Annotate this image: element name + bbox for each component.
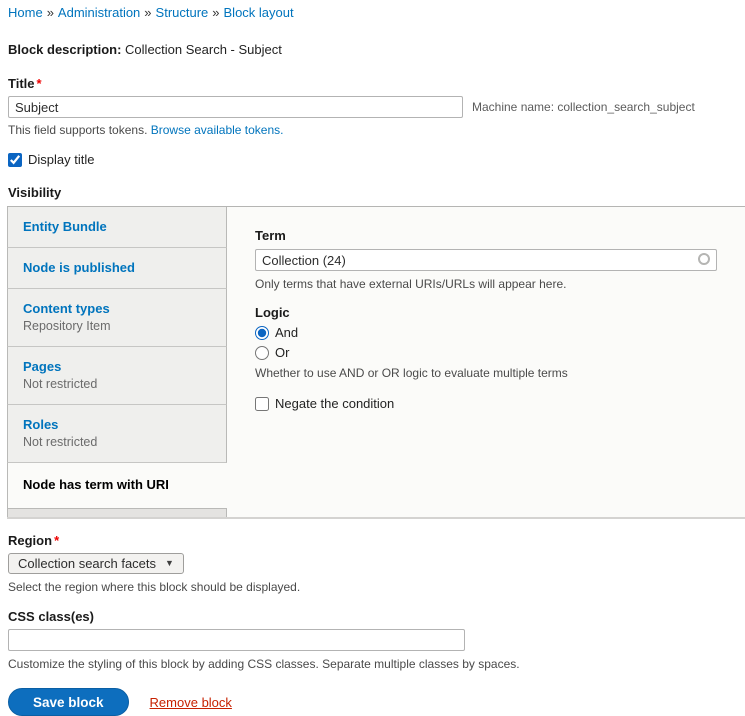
tab-summary: Repository Item bbox=[23, 319, 211, 333]
term-input[interactable] bbox=[255, 249, 717, 271]
region-select[interactable]: Collection search facets ▼ bbox=[8, 553, 184, 574]
block-description: Block description: Collection Search - S… bbox=[8, 42, 745, 57]
breadcrumb-link-administration[interactable]: Administration bbox=[58, 5, 140, 20]
breadcrumb-link-home[interactable]: Home bbox=[8, 5, 43, 20]
block-description-label: Block description: bbox=[8, 42, 121, 57]
breadcrumb-separator: » bbox=[212, 5, 219, 20]
title-label: Title* bbox=[8, 76, 745, 91]
region-select-value: Collection search facets bbox=[18, 556, 156, 571]
css-classes-label: CSS class(es) bbox=[8, 609, 745, 624]
display-title-label: Display title bbox=[28, 152, 94, 167]
visibility-tab-panel: Term Only terms that have external URIs/… bbox=[227, 207, 745, 517]
block-description-value: Collection Search - Subject bbox=[125, 42, 282, 57]
tab-node-has-term-with-uri[interactable]: Node has term with URI bbox=[7, 463, 227, 508]
logic-description: Whether to use AND or OR logic to evalua… bbox=[255, 366, 717, 380]
tab-summary: Not restricted bbox=[23, 377, 211, 391]
visibility-vertical-tabs: Entity Bundle Node is published Content … bbox=[7, 206, 745, 519]
title-row: Machine name: collection_search_subject bbox=[8, 96, 745, 118]
logic-radio-or[interactable] bbox=[255, 346, 269, 360]
css-classes-description: Customize the styling of this block by a… bbox=[8, 657, 745, 671]
term-description: Only terms that have external URIs/URLs … bbox=[255, 277, 717, 291]
region-description: Select the region where this block shoul… bbox=[8, 580, 745, 594]
tab-entity-bundle[interactable]: Entity Bundle bbox=[7, 207, 227, 248]
logic-option-and-row: And bbox=[255, 325, 717, 340]
required-marker: * bbox=[54, 533, 59, 548]
breadcrumb-link-structure[interactable]: Structure bbox=[156, 5, 209, 20]
tab-content-types[interactable]: Content types Repository Item bbox=[7, 289, 227, 347]
visibility-heading: Visibility bbox=[8, 185, 745, 200]
display-title-row: Display title bbox=[8, 152, 745, 167]
dropdown-arrow-icon: ▼ bbox=[165, 559, 174, 568]
save-block-button[interactable]: Save block bbox=[8, 688, 129, 716]
breadcrumb: Home»Administration»Structure»Block layo… bbox=[8, 4, 745, 21]
tab-partial-clipped[interactable] bbox=[7, 508, 227, 517]
logic-option-or-row: Or bbox=[255, 345, 717, 360]
tokens-help-text: This field supports tokens. bbox=[8, 123, 147, 137]
logic-radio-or-label: Or bbox=[275, 345, 289, 360]
tab-pages[interactable]: Pages Not restricted bbox=[7, 347, 227, 405]
tokens-help: This field supports tokens. Browse avail… bbox=[8, 123, 745, 137]
term-label: Term bbox=[255, 228, 717, 243]
breadcrumb-link-block-layout[interactable]: Block layout bbox=[224, 5, 294, 20]
display-title-checkbox[interactable] bbox=[8, 153, 22, 167]
logic-radio-and-label: And bbox=[275, 325, 298, 340]
breadcrumb-separator: » bbox=[144, 5, 151, 20]
region-label: Region* bbox=[8, 533, 745, 548]
form-actions: Save block Remove block bbox=[8, 688, 745, 716]
vertical-tabs-menu: Entity Bundle Node is published Content … bbox=[7, 207, 227, 517]
tab-node-is-published[interactable]: Node is published bbox=[7, 248, 227, 289]
negate-row: Negate the condition bbox=[255, 396, 717, 411]
title-input[interactable] bbox=[8, 96, 463, 118]
autocomplete-status-icon bbox=[698, 253, 710, 265]
browse-tokens-link[interactable]: Browse available tokens. bbox=[151, 123, 284, 137]
machine-name: Machine name: collection_search_subject bbox=[472, 100, 695, 114]
logic-radio-and[interactable] bbox=[255, 326, 269, 340]
term-input-wrap bbox=[255, 249, 717, 271]
tab-summary: Not restricted bbox=[23, 435, 211, 449]
css-classes-input[interactable] bbox=[8, 629, 465, 651]
negate-condition-checkbox[interactable] bbox=[255, 397, 269, 411]
logic-label: Logic bbox=[255, 305, 717, 320]
required-marker: * bbox=[37, 76, 42, 91]
breadcrumb-separator: » bbox=[47, 5, 54, 20]
remove-block-link[interactable]: Remove block bbox=[150, 695, 232, 710]
negate-condition-label: Negate the condition bbox=[275, 396, 394, 411]
tab-roles[interactable]: Roles Not restricted bbox=[7, 405, 227, 463]
